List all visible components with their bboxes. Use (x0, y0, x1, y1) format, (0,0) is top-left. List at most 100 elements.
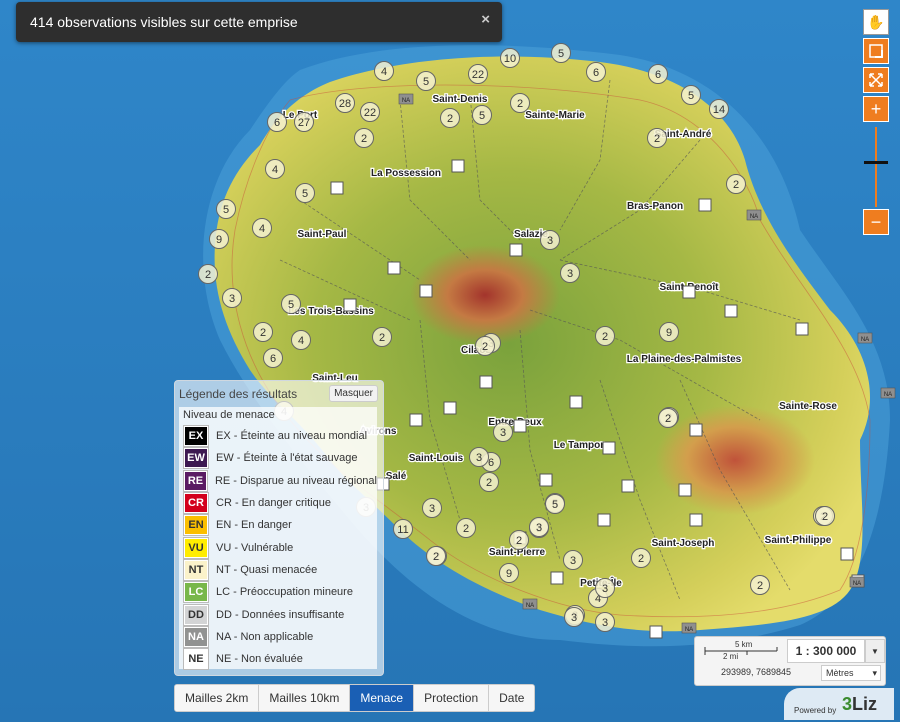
observation-cluster[interactable]: 3 (469, 447, 489, 467)
observation-cluster[interactable]: 10 (500, 48, 520, 68)
observation-cluster[interactable]: 2 (253, 322, 273, 342)
observation-cluster[interactable]: 9 (659, 322, 679, 342)
observation-square[interactable] (649, 625, 663, 639)
tab-menace[interactable]: Menace (350, 685, 415, 711)
observation-square[interactable] (409, 413, 423, 427)
observation-cluster[interactable]: 5 (681, 85, 701, 105)
observation-cluster[interactable]: 5 (551, 43, 571, 63)
observation-cluster[interactable]: 5 (216, 199, 236, 219)
observation-square[interactable] (689, 513, 703, 527)
observation-cluster[interactable]: 6 (267, 112, 287, 132)
observation-cluster[interactable]: 4 (374, 61, 394, 81)
observation-square[interactable] (513, 419, 527, 433)
scale-ratio[interactable]: 1 : 300 000 (787, 639, 865, 663)
observation-square[interactable] (509, 243, 523, 257)
observation-cluster[interactable]: 6 (586, 62, 606, 82)
observation-square[interactable] (330, 181, 344, 195)
observation-square[interactable] (387, 261, 401, 275)
legend-hide-button[interactable]: Masquer (329, 385, 378, 402)
observation-cluster[interactable]: 2 (456, 518, 476, 538)
observation-cluster[interactable]: 11 (393, 519, 413, 539)
observation-square[interactable] (795, 322, 809, 336)
observation-cluster[interactable]: 2 (198, 264, 218, 284)
observation-cluster[interactable]: 9 (499, 563, 519, 583)
observation-cluster[interactable]: 22 (468, 64, 488, 84)
observation-cluster[interactable]: 9 (209, 229, 229, 249)
observation-cluster[interactable]: 6 (263, 348, 283, 368)
observation-cluster[interactable]: 5 (416, 71, 436, 91)
observation-cluster[interactable]: 2 (354, 128, 374, 148)
observation-cluster[interactable]: 5 (295, 183, 315, 203)
observation-square[interactable] (698, 198, 712, 212)
tab-date[interactable]: Date (489, 685, 535, 711)
observation-cluster[interactable]: 2 (479, 472, 499, 492)
observation-cluster[interactable]: 6 (648, 64, 668, 84)
map-canvas[interactable]: Le PortSaint-DenisSainte-MarieSaint-Andr… (0, 0, 900, 722)
zoom-out-button[interactable]: − (863, 209, 889, 235)
observation-cluster[interactable]: 2 (509, 530, 529, 550)
observation-square[interactable] (419, 284, 433, 298)
observation-cluster[interactable]: 4 (252, 218, 272, 238)
observation-cluster[interactable]: 5 (545, 494, 565, 514)
observation-square[interactable] (569, 395, 583, 409)
close-icon[interactable]: × (481, 11, 490, 28)
observation-square[interactable] (602, 441, 616, 455)
legend-badge: LC (184, 582, 208, 603)
observation-square[interactable] (724, 304, 738, 318)
powered-by-3liz[interactable]: Powered by 3Liz (784, 688, 894, 720)
tab-mailles-10km[interactable]: Mailles 10km (259, 685, 351, 711)
observation-cluster[interactable]: 27 (294, 112, 314, 132)
observation-cluster[interactable]: 2 (750, 575, 770, 595)
observation-cluster[interactable]: 2 (647, 128, 667, 148)
observation-cluster[interactable]: 2 (631, 548, 651, 568)
observation-cluster[interactable]: 2 (372, 327, 392, 347)
observation-cluster[interactable]: 2 (510, 93, 530, 113)
observation-cluster[interactable]: 3 (222, 288, 242, 308)
units-select[interactable]: Mètres ▾ (821, 665, 881, 681)
zoom-slider-handle[interactable] (864, 161, 888, 164)
observation-cluster[interactable]: 14 (709, 99, 729, 119)
scale-dropdown-icon[interactable]: ▼ (865, 639, 885, 663)
observation-cluster[interactable]: 3 (560, 263, 580, 283)
observation-cluster[interactable]: 3 (529, 517, 549, 537)
observation-cluster[interactable]: 5 (472, 105, 492, 125)
observation-square[interactable] (689, 423, 703, 437)
observation-square[interactable] (443, 401, 457, 415)
observation-square[interactable] (539, 473, 553, 487)
observation-cluster[interactable]: 2 (815, 506, 835, 526)
tab-protection[interactable]: Protection (414, 685, 490, 711)
observation-square[interactable] (479, 375, 493, 389)
observation-cluster[interactable]: 3 (422, 498, 442, 518)
observation-cluster[interactable]: 2 (475, 336, 495, 356)
observation-cluster[interactable]: 2 (658, 408, 678, 428)
observation-cluster[interactable]: 3 (595, 578, 615, 598)
observation-square[interactable] (678, 483, 692, 497)
observation-square[interactable] (621, 479, 635, 493)
observation-cluster[interactable]: 4 (265, 159, 285, 179)
observation-square[interactable] (343, 298, 357, 312)
tab-mailles-2km[interactable]: Mailles 2km (175, 685, 260, 711)
observation-cluster[interactable]: 22 (360, 102, 380, 122)
observation-square[interactable] (550, 571, 564, 585)
zoom-in-button[interactable]: + (863, 96, 889, 122)
observation-square[interactable] (597, 513, 611, 527)
observation-cluster[interactable]: 3 (595, 612, 615, 632)
observation-cluster[interactable]: 5 (281, 294, 301, 314)
observation-cluster[interactable]: 3 (493, 422, 513, 442)
observation-cluster[interactable]: 28 (335, 93, 355, 113)
observation-cluster[interactable]: 2 (440, 108, 460, 128)
full-extent-icon[interactable] (863, 67, 889, 93)
pan-hand-icon[interactable]: ✋ (863, 9, 889, 35)
observation-cluster[interactable]: 2 (726, 174, 746, 194)
zoom-box-icon[interactable] (863, 38, 889, 64)
observation-cluster[interactable]: 2 (595, 326, 615, 346)
observation-cluster[interactable]: 3 (563, 550, 583, 570)
zoom-slider[interactable] (863, 125, 889, 209)
observation-cluster[interactable]: 3 (540, 230, 560, 250)
observation-cluster[interactable]: 4 (291, 330, 311, 350)
observation-square[interactable] (840, 547, 854, 561)
observation-cluster[interactable]: 2 (426, 546, 446, 566)
observation-cluster[interactable]: 3 (564, 607, 584, 627)
observation-square[interactable] (451, 159, 465, 173)
observation-square[interactable] (682, 285, 696, 299)
